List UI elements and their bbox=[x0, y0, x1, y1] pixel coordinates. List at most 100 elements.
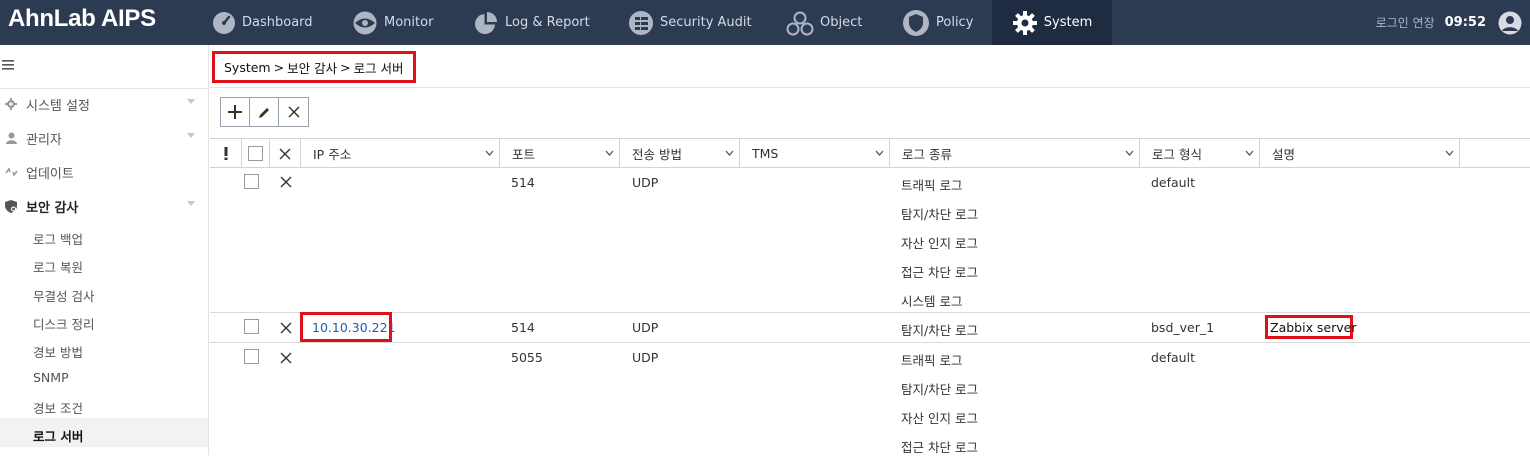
delete-row-icon[interactable] bbox=[280, 322, 292, 334]
nav-security-audit-label: Security Audit bbox=[660, 15, 752, 30]
gear-icon bbox=[1012, 10, 1037, 35]
edit-button[interactable] bbox=[250, 98, 279, 126]
header-label: IP 주소 bbox=[313, 147, 352, 162]
chevron-down-icon[interactable] bbox=[605, 150, 614, 156]
cell-log-type: 탐지/차단 로그 bbox=[901, 382, 979, 397]
sidebar-group-label: 시스템 설정 bbox=[26, 98, 90, 114]
breadcrumb-item-log-server: 로그 서버 bbox=[353, 60, 404, 76]
row-checkbox[interactable] bbox=[244, 174, 259, 189]
object-circles-icon bbox=[786, 11, 814, 35]
nav-monitor-label: Monitor bbox=[384, 15, 434, 30]
sidebar-group-system-settings[interactable]: 시스템 설정 bbox=[0, 91, 209, 117]
update-arrows-icon bbox=[4, 167, 18, 177]
breadcrumb: System > 보안 감사 > 로그 서버 bbox=[212, 51, 416, 83]
nav-monitor[interactable]: Monitor bbox=[352, 0, 433, 45]
chevron-down-icon[interactable] bbox=[1245, 150, 1254, 156]
sidebar-item-snmp[interactable]: SNMP bbox=[33, 370, 69, 385]
sidebar-group-label: 관리자 bbox=[26, 132, 62, 148]
close-icon bbox=[279, 148, 291, 159]
chevron-down-icon[interactable] bbox=[1445, 150, 1454, 156]
cell-method: UDP bbox=[632, 320, 659, 335]
breadcrumb-separator: > bbox=[273, 59, 285, 75]
delete-row-icon[interactable] bbox=[280, 352, 292, 364]
breadcrumb-bar: System > 보안 감사 > 로그 서버 bbox=[210, 45, 1530, 88]
nav-system-label: System bbox=[1043, 15, 1093, 30]
sidebar-item-log-backup[interactable]: 로그 백업 bbox=[33, 229, 83, 248]
sidebar-group-admin[interactable]: 관리자 bbox=[0, 125, 209, 151]
cell-format: default bbox=[1151, 175, 1195, 190]
header-delete-col bbox=[270, 139, 301, 168]
session-clock: 09:52 bbox=[1444, 15, 1486, 30]
cell-port: 5055 bbox=[511, 350, 543, 365]
sidebar-divider bbox=[0, 88, 209, 89]
header-port[interactable]: 포트 bbox=[500, 139, 620, 168]
header-ip-address[interactable]: IP 주소 bbox=[301, 139, 500, 168]
breadcrumb-item-system[interactable]: System bbox=[224, 60, 271, 75]
table-toolbar bbox=[220, 97, 309, 127]
header-transport-method[interactable]: 전송 방법 bbox=[620, 139, 740, 168]
cell-description: Zabbix server bbox=[1270, 320, 1357, 335]
header-label: 로그 형식 bbox=[1152, 147, 1202, 162]
active-item-background bbox=[0, 418, 208, 447]
chevron-down-icon[interactable] bbox=[485, 150, 494, 156]
nav-log-report[interactable]: Log & Report bbox=[473, 0, 590, 45]
breadcrumb-item-security-audit[interactable]: 보안 감사 bbox=[287, 58, 337, 77]
header-description[interactable]: 설명 bbox=[1260, 139, 1460, 168]
nav-dashboard[interactable]: Dashboard bbox=[212, 0, 313, 45]
row-checkbox[interactable] bbox=[244, 349, 259, 364]
header-tms[interactable]: TMS bbox=[740, 139, 890, 168]
delete-button[interactable] bbox=[279, 98, 308, 126]
cell-ip-link[interactable]: 10.10.30.221 bbox=[312, 320, 396, 335]
header-log-format[interactable]: 로그 형식 bbox=[1140, 139, 1260, 168]
cell-port: 514 bbox=[511, 320, 535, 335]
sidebar-group-update[interactable]: 업데이트 bbox=[0, 159, 209, 185]
plus-icon bbox=[228, 105, 242, 119]
sidebar-item-alert-condition[interactable]: 경보 조건 bbox=[33, 398, 83, 417]
cell-log-type: 트래픽 로그 bbox=[901, 178, 963, 193]
shield-icon bbox=[903, 9, 929, 36]
cell-method: UDP bbox=[632, 350, 659, 365]
sidebar-item-integrity-check[interactable]: 무결성 검사 bbox=[33, 286, 94, 305]
sidebar-group-label: 보안 감사 bbox=[26, 200, 79, 216]
user-avatar-icon[interactable] bbox=[1498, 11, 1522, 35]
chevron-down-icon[interactable] bbox=[725, 150, 734, 156]
chevron-down-icon[interactable] bbox=[875, 150, 884, 156]
row-divider bbox=[210, 312, 1530, 313]
header-label: 설명 bbox=[1272, 147, 1296, 162]
header-label: 로그 종류 bbox=[902, 147, 952, 162]
person-icon bbox=[5, 132, 17, 144]
sidebar-item-disk-cleanup[interactable]: 디스크 정리 bbox=[33, 314, 94, 333]
sidebar-item-alert-method[interactable]: 경보 방법 bbox=[33, 342, 83, 361]
cell-format: default bbox=[1151, 350, 1195, 365]
cell-log-type: 탐지/차단 로그 bbox=[901, 207, 979, 222]
chevron-down-icon[interactable] bbox=[1125, 150, 1134, 156]
cell-method: UDP bbox=[632, 175, 659, 190]
add-button[interactable] bbox=[221, 98, 250, 126]
sidebar-group-label: 업데이트 bbox=[26, 166, 74, 182]
security-shield-icon bbox=[5, 199, 17, 213]
cell-log-type: 자산 인지 로그 bbox=[901, 411, 978, 426]
cell-log-type: 트래픽 로그 bbox=[901, 353, 963, 368]
extend-login-link[interactable]: 로그인 연장 bbox=[1376, 14, 1435, 31]
nav-security-audit[interactable]: Security Audit bbox=[628, 0, 752, 45]
nav-object-label: Object bbox=[820, 15, 863, 30]
header-select-all[interactable] bbox=[242, 139, 270, 168]
exclamation-icon bbox=[224, 147, 227, 160]
gauge-icon bbox=[213, 11, 235, 34]
row-checkbox[interactable] bbox=[244, 319, 259, 334]
close-icon bbox=[287, 106, 300, 118]
select-all-checkbox[interactable] bbox=[248, 146, 263, 161]
header-log-type[interactable]: 로그 종류 bbox=[890, 139, 1140, 168]
nav-policy[interactable]: Policy bbox=[902, 0, 973, 45]
sidebar-group-security-audit[interactable]: 보안 감사 bbox=[0, 193, 209, 219]
sidebar-item-log-server[interactable]: 로그 서버 bbox=[33, 426, 83, 445]
hamburger-menu-icon[interactable] bbox=[2, 60, 14, 70]
sidebar: 시스템 설정 관리자 업데이트 보안 감사 로그 백업 로그 복원 무결성 검사… bbox=[0, 45, 209, 455]
header-label: 포트 bbox=[512, 147, 536, 162]
row-divider bbox=[210, 342, 1530, 343]
nav-object[interactable]: Object bbox=[786, 0, 862, 45]
app-logo[interactable]: AhnLab AIPS bbox=[8, 5, 156, 33]
nav-system[interactable]: System bbox=[992, 0, 1112, 45]
delete-row-icon[interactable] bbox=[280, 176, 292, 188]
sidebar-item-log-restore[interactable]: 로그 복원 bbox=[33, 257, 83, 276]
